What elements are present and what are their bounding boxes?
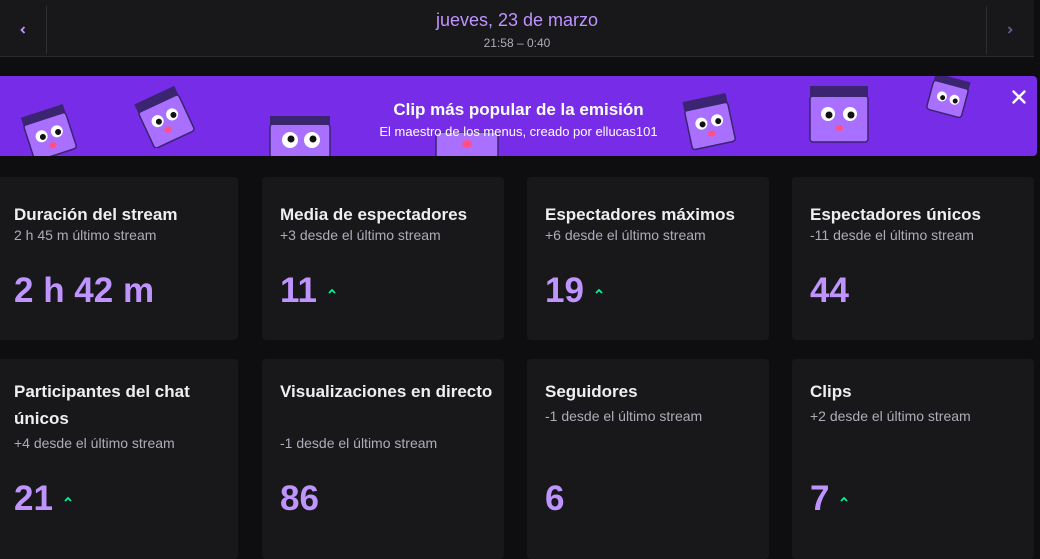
stat-card-stream-duration: Duración del stream 2 h 45 m último stre… bbox=[0, 177, 238, 340]
stat-title: Espectadores máximos bbox=[545, 205, 735, 224]
stat-value: 11 bbox=[280, 271, 337, 311]
stat-comparison: +3 desde el último stream bbox=[280, 227, 441, 243]
stat-value: 21 bbox=[14, 479, 73, 519]
stat-comparison: -1 desde el último stream bbox=[280, 435, 438, 451]
trend-up-icon bbox=[64, 496, 72, 502]
stat-card-clips: Clips +2 desde el último stream 7 bbox=[792, 359, 1034, 559]
banner-subtitle: El maestro de los menus, creado por ellu… bbox=[379, 124, 658, 139]
stat-value: 86 bbox=[280, 479, 319, 519]
stat-comparison: +2 desde el último stream bbox=[810, 408, 971, 424]
trend-up-icon bbox=[595, 288, 603, 294]
stat-title: Visualizaciones en directo bbox=[280, 382, 493, 401]
date-navigator: jueves, 23 de marzo 21:58 – 0:40 bbox=[0, 0, 1034, 57]
stat-value-text: 11 bbox=[280, 271, 317, 310]
stat-title: Duración del stream bbox=[14, 205, 178, 224]
stat-value-text: 21 bbox=[14, 479, 53, 518]
stream-date: jueves, 23 de marzo bbox=[435, 10, 599, 30]
stat-title: Seguidores bbox=[545, 382, 638, 401]
stat-value: 7 bbox=[810, 479, 849, 519]
stat-value-text: 7 bbox=[810, 479, 830, 518]
stat-comparison: 2 h 45 m último stream bbox=[14, 227, 157, 243]
stat-card-max-viewers: Espectadores máximos +6 desde el último … bbox=[527, 177, 769, 340]
chevron-right-icon bbox=[1007, 26, 1013, 34]
stat-comparison: +6 desde el último stream bbox=[545, 227, 706, 243]
stat-card-average-viewers: Media de espectadores +3 desde el último… bbox=[262, 177, 504, 340]
stat-title: Clips bbox=[810, 382, 852, 401]
stat-title: Espectadores únicos bbox=[810, 205, 982, 224]
stat-value: 44 bbox=[810, 271, 849, 311]
stat-value-text: 2 h 42 m bbox=[14, 271, 155, 310]
next-stream-button[interactable] bbox=[986, 6, 1033, 54]
stat-card-live-views: Visualizaciones en directo -1 desde el ú… bbox=[262, 359, 504, 559]
trend-up-icon bbox=[840, 496, 849, 502]
stat-card-followers: Seguidores -1 desde el último stream 6 bbox=[527, 359, 769, 559]
stat-title: Media de espectadores bbox=[280, 205, 468, 224]
stat-card-unique-chatters: Participantes del chat únicos +4 desde e… bbox=[0, 359, 238, 559]
close-icon bbox=[1012, 90, 1026, 104]
stat-comparison: +4 desde el último stream bbox=[14, 435, 175, 451]
stat-title: Participantes del chat únicos bbox=[14, 382, 190, 428]
banner-title: Clip más popular de la emisión bbox=[393, 100, 644, 119]
stat-value: 19 bbox=[545, 271, 604, 311]
top-clip-banner[interactable]: Clip más popular de la emisión El maestr… bbox=[0, 76, 1037, 156]
stat-comparison: -11 desde el último stream bbox=[810, 227, 974, 243]
stat-value-text: 19 bbox=[545, 271, 584, 310]
stream-time-range: 21:58 – 0:40 bbox=[483, 36, 551, 50]
stat-card-unique-viewers: Espectadores únicos -11 desde el último … bbox=[792, 177, 1034, 340]
close-banner-button[interactable] bbox=[1008, 86, 1030, 108]
stat-value-text: 44 bbox=[810, 271, 849, 310]
stat-value: 6 bbox=[545, 479, 564, 519]
stat-value: 2 h 42 m bbox=[14, 271, 154, 311]
trend-up-icon bbox=[328, 288, 336, 294]
stat-comparison: -1 desde el último stream bbox=[545, 408, 703, 424]
stat-value-text: 6 bbox=[545, 479, 565, 518]
stat-value-text: 86 bbox=[280, 479, 319, 518]
